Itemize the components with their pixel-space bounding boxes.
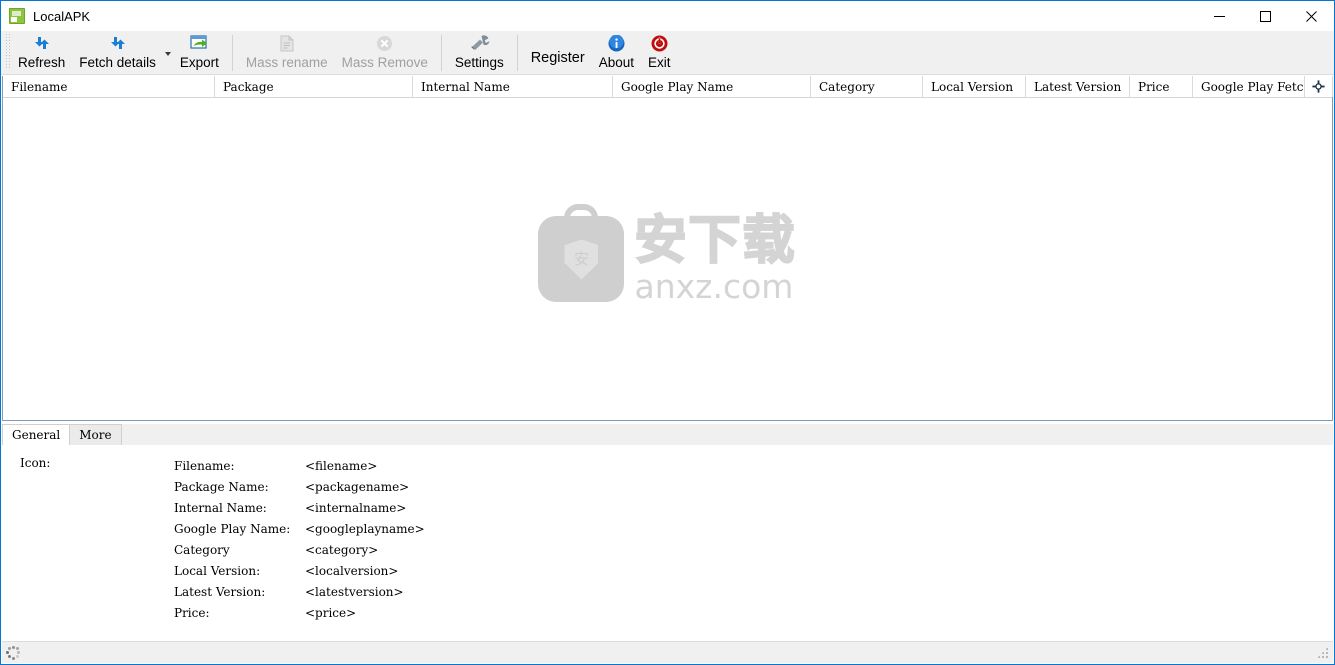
watermark-text: 安下载 anxz.com: [633, 210, 797, 306]
status-bar: [2, 641, 1333, 663]
mass-remove-button[interactable]: Mass Remove: [335, 31, 435, 73]
close-icon[interactable]: [1288, 1, 1334, 31]
column-header-google-play-name[interactable]: Google Play Name: [613, 76, 811, 97]
watermark-badge-char: 安: [573, 249, 589, 268]
detail-label-local-version: Local Version:: [174, 563, 261, 578]
detail-label-google-play-name: Google Play Name:: [174, 521, 291, 536]
fetch-details-label: Fetch details: [79, 55, 156, 70]
export-label: Export: [179, 55, 219, 70]
mass-rename-button[interactable]: Mass rename: [239, 31, 335, 73]
detail-row-category: Category <category>: [174, 539, 425, 560]
mass-remove-label: Mass Remove: [341, 55, 428, 70]
mass-rename-label: Mass rename: [245, 55, 328, 70]
maximize-icon[interactable]: [1242, 1, 1288, 31]
detail-value-internal-name: <internalname>: [305, 500, 407, 515]
main-toolbar: Refresh Fetch details Export Mass rename…: [1, 31, 1334, 75]
detail-label-filename: Filename:: [174, 458, 235, 473]
localapk-app-icon: [9, 8, 25, 24]
window-title: LocalAPK: [33, 8, 91, 24]
detail-value-package-name: <packagename>: [305, 479, 410, 494]
detail-label-internal-name: Internal Name:: [174, 500, 267, 515]
watermark-logo: 安 安下载 anxz.com: [3, 210, 1332, 306]
refresh-label: Refresh: [18, 55, 66, 70]
about-label: About: [598, 55, 634, 70]
detail-row-package-name: Package Name: <packagename>: [174, 476, 425, 497]
register-label: Register: [530, 49, 585, 66]
detail-row-google-play-name: Google Play Name: <googleplayname>: [174, 518, 425, 539]
toolbar-drag-grip[interactable]: [4, 34, 11, 70]
column-header-price[interactable]: Price: [1130, 76, 1193, 97]
detail-row-internal-name: Internal Name: <internalname>: [174, 497, 425, 518]
refresh-icon: [31, 33, 53, 53]
details-panel: Icon: Filename: <filename> Package Name:…: [2, 445, 1333, 642]
detail-row-price: Price: <price>: [174, 602, 425, 623]
watermark-shield-icon: 安: [564, 239, 599, 280]
window-controls: [1196, 1, 1334, 31]
column-options-icon[interactable]: [1305, 76, 1333, 97]
column-header-package[interactable]: Package: [215, 76, 413, 97]
detail-value-latest-version: <latestversion>: [305, 584, 404, 599]
export-icon: [188, 33, 210, 53]
settings-button[interactable]: Settings: [448, 31, 511, 73]
tab-more[interactable]: More: [69, 424, 122, 445]
icon-field-label: Icon:: [20, 456, 51, 470]
watermark-en-text: anxz.com: [634, 266, 794, 306]
exit-label: Exit: [647, 55, 671, 70]
detail-row-latest-version: Latest Version: <latestversion>: [174, 581, 425, 602]
about-button[interactable]: About: [592, 31, 641, 73]
detail-value-local-version: <localversion>: [305, 563, 399, 578]
detail-label-package-name: Package Name:: [174, 479, 269, 494]
column-header-filename[interactable]: Filename: [3, 76, 215, 97]
column-header-category[interactable]: Category: [811, 76, 923, 97]
resize-grip-icon[interactable]: [1317, 647, 1330, 660]
detail-row-filename: Filename: <filename>: [174, 455, 425, 476]
loading-spinner-icon: [6, 645, 20, 660]
exit-button[interactable]: Exit: [641, 31, 678, 73]
watermark-bag-icon: 安: [538, 215, 625, 302]
settings-label: Settings: [454, 55, 504, 70]
column-header-internal-name[interactable]: Internal Name: [413, 76, 613, 97]
detail-value-category: <category>: [305, 542, 379, 557]
watermark-cn-text: 安下载: [633, 210, 797, 271]
toolbar-separator: [440, 35, 442, 71]
export-button[interactable]: Export: [173, 31, 226, 73]
detail-label-category: Category: [174, 542, 230, 557]
register-button[interactable]: Register: [524, 31, 592, 73]
application-window: LocalAPK Refresh Fetch details Export Ma…: [0, 0, 1335, 665]
info-icon: [605, 33, 627, 53]
apk-list-view[interactable]: Filename Package Internal Name Google Pl…: [2, 76, 1333, 421]
file-rename-icon: [276, 33, 298, 53]
fetch-details-dropdown-chevron-down-icon[interactable]: [163, 31, 173, 73]
refresh-icon: [107, 33, 129, 53]
tab-general[interactable]: General: [2, 424, 71, 445]
power-icon: [648, 33, 670, 53]
fetch-details-button[interactable]: Fetch details: [72, 31, 163, 73]
detail-value-price: <price>: [305, 605, 357, 620]
column-header-local-version[interactable]: Local Version: [923, 76, 1026, 97]
column-header-google-play-fetch[interactable]: Google Play Fetch: [1193, 76, 1305, 97]
minimize-icon[interactable]: [1196, 1, 1242, 31]
detail-value-filename: <filename>: [305, 458, 378, 473]
refresh-button[interactable]: Refresh: [11, 31, 72, 73]
column-header-latest-version[interactable]: Latest Version: [1026, 76, 1130, 97]
detail-label-price: Price:: [174, 605, 210, 620]
remove-circle-icon: [374, 33, 396, 53]
details-tab-strip: General More: [2, 424, 1333, 445]
list-body[interactable]: 安 安下载 anxz.com: [3, 98, 1332, 419]
wrench-icon: [468, 33, 490, 53]
detail-label-latest-version: Latest Version:: [174, 584, 266, 599]
list-header-row: Filename Package Internal Name Google Pl…: [3, 76, 1333, 98]
details-field-list: Filename: <filename> Package Name: <pack…: [174, 455, 425, 623]
detail-value-google-play-name: <googleplayname>: [305, 521, 425, 536]
title-bar: LocalAPK: [1, 1, 1334, 31]
toolbar-separator: [231, 35, 233, 71]
detail-row-local-version: Local Version: <localversion>: [174, 560, 425, 581]
toolbar-separator: [516, 35, 518, 71]
